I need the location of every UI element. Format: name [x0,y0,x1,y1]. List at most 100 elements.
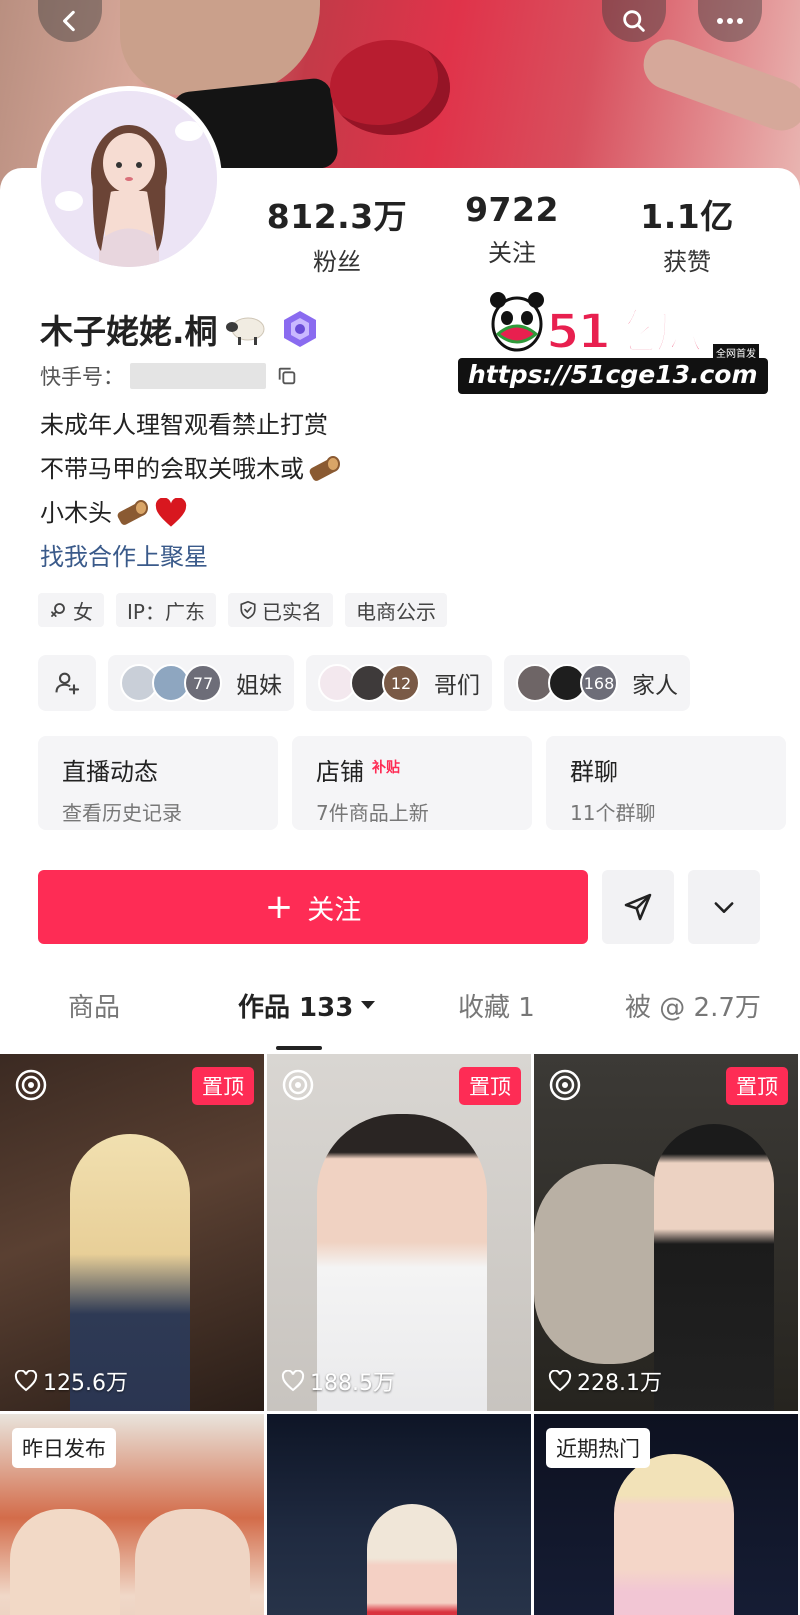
watermark-url: https://51cge13.com [458,358,768,394]
group-chat-card[interactable]: 群聊 11个群聊 [546,736,786,830]
message-button[interactable] [602,870,674,944]
profile-tags: 女 IP：广东 已实名 电商公示 [38,593,459,627]
stat-following[interactable]: 9722 关注 [437,190,587,277]
group-brothers[interactable]: 12 哥们 [306,655,492,711]
subsidy-badge: 补贴 [372,759,400,776]
pinned-badge: 置顶 [726,1067,788,1105]
heart-outline-icon [281,1370,305,1392]
log-emoji-icon [117,500,148,525]
tab-label: 被 @ 2.7万 [625,992,761,1023]
shop-card[interactable]: 店铺 补贴 7件商品上新 [292,736,532,830]
heart-outline-icon [548,1370,572,1392]
card-title-text: 店铺 [316,758,364,786]
stat-followers[interactable]: 812.3万 粉丝 [262,190,412,277]
watermark-brand: 51吃瓜 [545,303,704,361]
tag-ecommerce-notice[interactable]: 电商公示 [344,593,447,627]
group-label: 家人 [632,673,678,699]
video-thumbnail[interactable]: 近期热门 [534,1414,798,1615]
account-id-row: 快手号： [40,361,298,391]
tag-label: IP：广东 [127,599,205,624]
quick-entry-cards: 直播动态 查看历史记录 店铺 补贴 7件商品上新 群聊 11个群聊 [38,736,786,830]
pinned-badge: 置顶 [192,1067,254,1105]
tag-label: 已实名 [261,599,322,624]
card-title: 直播动态 [62,752,254,787]
post-label: 昨日发布 [12,1428,116,1468]
content-tabs: 商品 作品 133 收藏 1 被 @ 2.7万 [0,982,800,1052]
expand-button[interactable] [688,870,760,944]
card-title-text: 直播动态 [62,758,158,786]
group-label: 哥们 [434,673,480,699]
like-count-text: 125.6万 [43,1371,128,1396]
thumbnail-subject [135,1509,250,1615]
video-thumbnail[interactable] [267,1414,531,1615]
profile-name: 木子姥姥.桐 [40,312,218,351]
works-grid: 置顶 125.6万 置顶 188.5万 置顶 228.1万 昨日发布 近期热门 [0,1054,800,1615]
send-icon [624,893,652,921]
log-emoji-icon [309,456,340,481]
group-sisters[interactable]: 77 姐妹 [108,655,294,711]
avatar-image [41,91,217,267]
thumbnail-subject [614,1454,734,1615]
tab-products[interactable]: 商品 [68,982,120,1028]
video-thumbnail[interactable]: 昨日发布 [0,1414,264,1615]
tab-label: 作品 133 [238,992,354,1023]
bio-text: 未成年人理智观看禁止打赏 [40,411,328,439]
heart-emoji-icon [155,498,187,527]
profile-stats: 812.3万 粉丝 9722 关注 1.1亿 获赞 [262,190,762,277]
live-icon [282,1069,314,1101]
group-count: 168 [580,664,618,702]
add-user-icon [55,672,80,695]
group-family[interactable]: 168 家人 [504,655,690,711]
video-thumbnail[interactable]: 置顶 228.1万 [534,1054,798,1411]
shield-check-icon [240,600,256,620]
like-count-text: 228.1万 [577,1371,662,1396]
tab-active-indicator [276,1046,322,1050]
card-title: 群聊 [570,752,762,787]
watermark-logo: 51吃瓜 全网首发 https://51cge13.com [458,288,768,398]
tag-label: 电商公示 [355,599,436,624]
stat-value: 812.3万 [266,197,408,236]
back-arrow-icon [63,10,75,32]
action-row: + 关注 [38,870,760,944]
sheep-emoji-icon [225,317,265,345]
follow-label: 关注 [307,894,362,926]
plus-icon: + [264,887,294,927]
post-label: 近期热门 [546,1428,650,1468]
stat-likes[interactable]: 1.1亿 获赞 [612,190,762,277]
panda-mascot-icon [490,292,544,352]
tag-gender: 女 [38,593,104,627]
bio-text: 不带马甲的会取关哦木或 [40,455,304,483]
pinned-badge: 置顶 [459,1067,521,1105]
stat-label: 粉丝 [313,248,361,276]
tab-label: 商品 [68,992,121,1023]
stat-value: 9722 [465,190,559,229]
tag-verified-identity[interactable]: 已实名 [227,593,333,627]
live-icon [15,1069,47,1101]
verified-badge-icon[interactable] [280,309,320,349]
thumbnail-subject [367,1504,457,1615]
tab-mentions[interactable]: 被 @ 2.7万 [625,982,761,1028]
account-id-label: 快手号： [40,365,124,389]
stat-label: 获赞 [663,248,711,276]
tab-works[interactable]: 作品 133 [238,982,377,1028]
video-thumbnail[interactable]: 置顶 125.6万 [0,1054,264,1411]
tab-favorites[interactable]: 收藏 1 [458,982,535,1028]
bio-line: 不带马甲的会取关哦木或 [40,447,342,491]
heart-outline-icon [14,1370,38,1392]
group-count: 77 [184,664,222,702]
group-label: 姐妹 [236,673,282,699]
follow-button[interactable]: + 关注 [38,870,588,944]
tab-label: 收藏 1 [458,992,535,1023]
video-thumbnail[interactable]: 置顶 188.5万 [267,1054,531,1411]
cooperation-link[interactable]: 找我合作上聚星 [40,535,342,579]
bio-line: 小木头 [40,491,342,535]
live-history-card[interactable]: 直播动态 查看历史记录 [38,736,278,830]
account-id-redacted [130,363,266,389]
copy-icon[interactable] [276,365,298,387]
like-count: 125.6万 [14,1365,128,1397]
avatar[interactable] [36,86,222,272]
add-friend-button[interactable] [38,655,96,711]
card-title-text: 群聊 [570,758,618,786]
chevron-down-icon [714,902,734,913]
card-subtitle: 11个群聊 [570,801,656,825]
